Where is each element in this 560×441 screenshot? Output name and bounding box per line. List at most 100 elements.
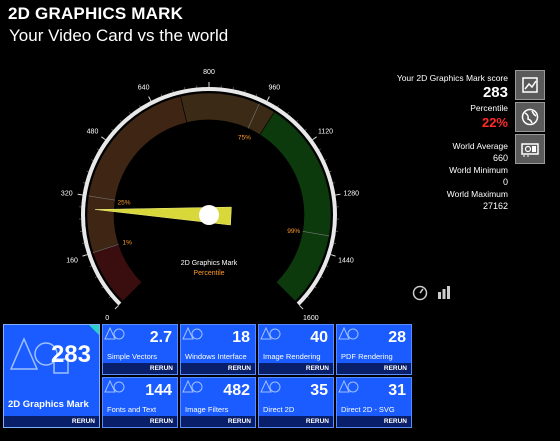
gauge-minor-tick — [129, 112, 131, 115]
gauge-minor-tick — [326, 265, 329, 267]
shapes-icon — [260, 326, 281, 340]
score-value: 283 — [482, 84, 508, 101]
test-label: Image Filters — [185, 405, 229, 414]
test-tile-image-rendering[interactable]: 40 Image Rendering RERUN — [258, 324, 334, 375]
shapes-icon — [104, 379, 125, 393]
test-score: 2.7 — [149, 329, 172, 346]
rerun-button[interactable]: RERUN — [259, 416, 333, 427]
gauge-center-label: 2D Graphics Mark — [181, 260, 238, 267]
shapes-icon — [338, 326, 359, 340]
gauge-tick-label: 960 — [269, 85, 281, 92]
chart-icon — [522, 77, 538, 93]
gauge-minor-tick — [172, 90, 174, 93]
gauge-tick-label: 1280 — [343, 190, 359, 197]
gauge-segment-mid-low — [86, 96, 188, 254]
score-label: Your 2D Graphics Mark score — [396, 73, 508, 83]
gauge-minor-tick — [296, 120, 299, 122]
gauge-minor-tick — [304, 128, 307, 131]
test-tile-direct-2d[interactable]: 35 Direct 2D RERUN — [258, 377, 334, 428]
bar-chart-icon[interactable] — [436, 284, 452, 300]
percentile-marker-label: 25% — [118, 200, 131, 207]
gauge-tick-label: 800 — [203, 69, 215, 76]
shapes-icon — [260, 379, 281, 393]
gauge-minor-tick — [244, 90, 246, 93]
gauge-minor-tick — [101, 286, 104, 289]
rerun-button[interactable]: RERUN — [337, 363, 411, 374]
gauge-minor-tick — [96, 148, 99, 151]
percentile-label: Percentile — [470, 103, 508, 113]
test-label: Simple Vectors — [107, 352, 158, 361]
test-score: 144 — [145, 382, 172, 399]
test-tile-windows-interface[interactable]: 18 Windows Interface RERUN — [180, 324, 256, 375]
world-maximum-label: World Maximum — [446, 189, 508, 199]
main-score-tile[interactable]: 283 2D Graphics Mark RERUN — [3, 324, 100, 428]
gauge-minor-tick — [94, 276, 97, 278]
rerun-button[interactable]: RERUN — [181, 416, 255, 427]
gauge-minor-tick — [108, 296, 111, 299]
test-tile-image-filters[interactable]: 482 Image Filters RERUN — [180, 377, 256, 428]
gauge-minor-tick — [277, 105, 279, 108]
gauge-minor-tick — [160, 94, 163, 97]
rerun-button[interactable]: RERUN — [103, 416, 177, 427]
globe-icon — [521, 108, 539, 126]
test-score: 40 — [310, 329, 328, 346]
speedometer-icon[interactable] — [412, 285, 428, 301]
test-tile-pdf-rendering[interactable]: 28 PDF Rendering RERUN — [336, 324, 412, 375]
test-score: 31 — [388, 382, 406, 399]
test-label: PDF Rendering — [341, 352, 393, 361]
percentile-marker-label: 75% — [238, 135, 251, 142]
rerun-button[interactable]: RERUN — [259, 363, 333, 374]
test-label: Direct 2D — [263, 405, 295, 414]
gauge-center-sublabel: Percentile — [193, 270, 224, 277]
rerun-button[interactable]: RERUN — [337, 416, 411, 427]
gauge-minor-tick — [329, 170, 332, 172]
rerun-button[interactable]: RERUN — [4, 416, 99, 427]
test-tile-fonts-and-text[interactable]: 144 Fonts and Text RERUN — [102, 377, 178, 428]
test-score: 35 — [310, 382, 328, 399]
test-tile-direct-2d-svg[interactable]: 31 Direct 2D - SVG RERUN — [336, 377, 412, 428]
shapes-icon — [338, 379, 359, 393]
shapes-icon — [104, 326, 125, 340]
chart-button[interactable] — [515, 70, 545, 100]
gauge-minor-tick — [321, 276, 324, 278]
test-label: Image Rendering — [263, 352, 321, 361]
shapes-icon — [182, 379, 203, 393]
test-score: 482 — [223, 382, 250, 399]
world-minimum-value: 0 — [502, 177, 508, 187]
gauge-minor-tick — [91, 159, 94, 161]
video-card-button[interactable] — [515, 134, 545, 164]
test-score: 28 — [388, 329, 406, 346]
gauge-tick-label: 320 — [61, 190, 73, 197]
gauge-tick-label: 640 — [138, 85, 150, 92]
gauge-minor-tick — [139, 105, 141, 108]
main-label: 2D Graphics Mark — [8, 399, 89, 410]
percentile-marker-label: 99% — [287, 228, 300, 235]
gauge-tick-label: 160 — [66, 257, 78, 264]
rerun-button[interactable]: RERUN — [181, 363, 255, 374]
gauge-tick-label: 1440 — [338, 257, 354, 264]
world-minimum-label: World Minimum — [449, 165, 508, 175]
world-average-label: World Average — [452, 141, 508, 151]
gauge-tick-label: 1600 — [303, 315, 319, 322]
test-label: Direct 2D - SVG — [341, 405, 395, 414]
test-label: Fonts and Text — [107, 405, 157, 414]
gauge-minor-tick — [119, 120, 122, 122]
gauge-minor-tick — [86, 170, 89, 172]
gauge-minor-tick — [89, 265, 92, 267]
video-card-icon — [521, 143, 539, 157]
gauge-tick-label: 1120 — [318, 128, 333, 135]
gauge-minor-tick — [255, 94, 258, 97]
gauge-segment-low — [92, 243, 143, 302]
rerun-button[interactable]: RERUN — [103, 363, 177, 374]
corner-marker — [89, 325, 99, 335]
gauge-minor-tick — [287, 112, 289, 115]
shapes-icon — [182, 326, 203, 340]
gauge-minor-tick — [324, 159, 327, 161]
globe-button[interactable] — [515, 102, 545, 132]
gauge-hub — [199, 205, 219, 225]
test-tile-simple-vectors[interactable]: 2.7 Simple Vectors RERUN — [102, 324, 178, 375]
percentile-value: 22% — [481, 115, 508, 130]
gauge-tick-label: 480 — [87, 128, 99, 135]
gauge-minor-tick — [319, 148, 322, 151]
world-maximum-value: 27162 — [482, 201, 508, 211]
